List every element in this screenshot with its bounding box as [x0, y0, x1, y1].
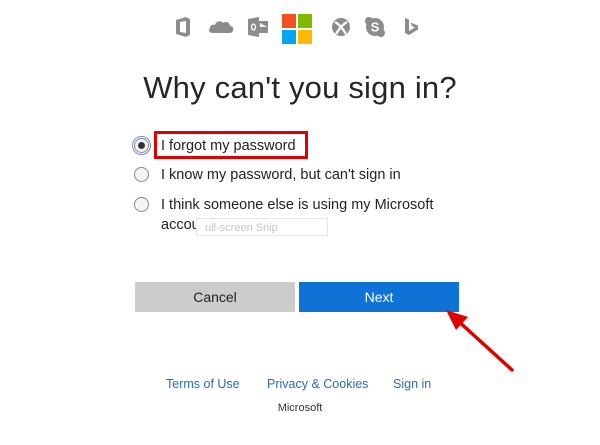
bing-icon[interactable]	[400, 16, 422, 38]
page-title: Why can't you sign in?	[143, 70, 457, 105]
microsoft-logo	[282, 14, 312, 44]
footer-brand: Microsoft	[277, 402, 323, 414]
snip-tooltip: ull-screen Snip	[196, 218, 328, 236]
radio-button[interactable]	[134, 167, 149, 182]
radio-button[interactable]	[134, 197, 149, 212]
privacy-cookies-link[interactable]: Privacy & Cookies	[267, 377, 368, 391]
terms-of-use-link[interactable]: Terms of Use	[166, 377, 240, 391]
onedrive-icon[interactable]	[207, 16, 235, 38]
xbox-icon[interactable]	[330, 16, 352, 38]
sign-in-link[interactable]: Sign in	[393, 377, 431, 391]
highlight-annotation	[154, 131, 308, 159]
radio-button[interactable]	[132, 136, 151, 155]
office-icon[interactable]	[172, 16, 194, 38]
outlook-icon[interactable]	[246, 16, 270, 38]
svg-text:S: S	[371, 20, 380, 35]
cancel-button[interactable]: Cancel	[135, 282, 295, 312]
skype-icon[interactable]: S	[364, 16, 386, 38]
next-button[interactable]: Next	[299, 282, 459, 312]
radio-label: I know my password, but can't sign in	[161, 167, 401, 183]
